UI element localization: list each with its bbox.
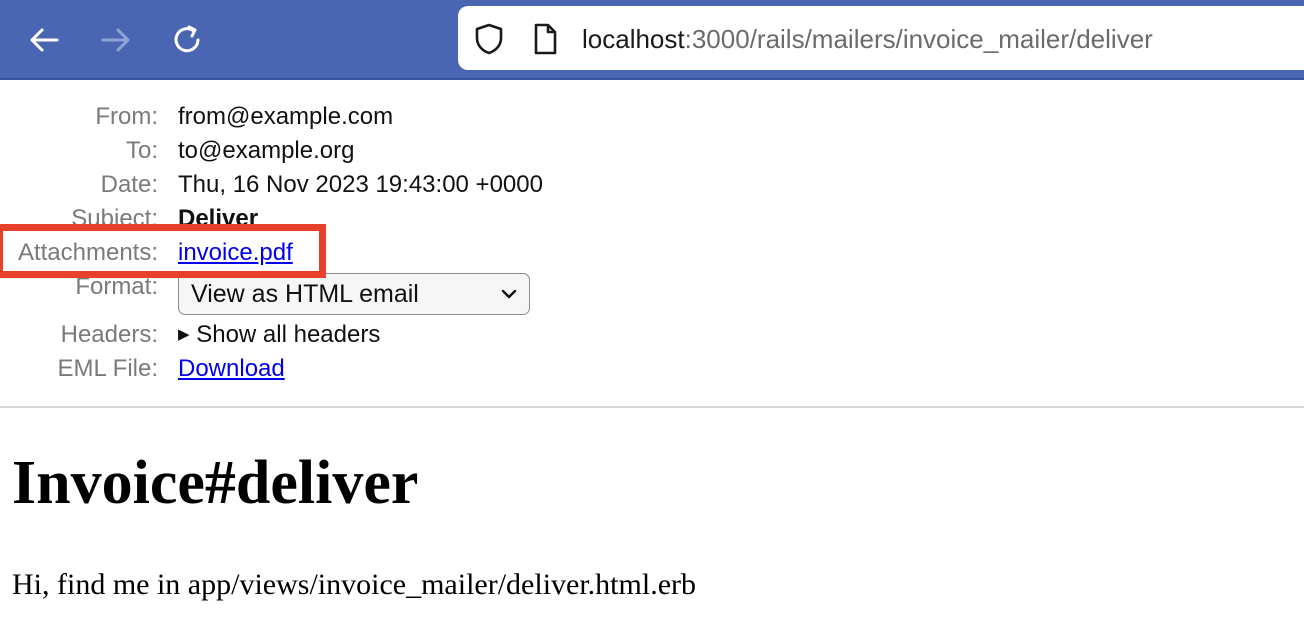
- divider: [0, 406, 1304, 408]
- attachments-label: Attachments:: [17, 239, 158, 266]
- headers-row: Headers: ▶ Show all headers: [0, 318, 1304, 352]
- show-headers-label: Show all headers: [196, 321, 381, 348]
- headers-label: Headers:: [60, 321, 158, 348]
- download-eml-link[interactable]: Download: [178, 352, 285, 386]
- back-arrow-icon: [30, 28, 59, 52]
- reload-icon: [174, 25, 200, 53]
- reload-button[interactable]: [166, 18, 210, 62]
- eml-label: EML File:: [57, 355, 158, 382]
- disclosure-triangle-icon: ▶: [178, 326, 190, 343]
- browser-toolbar: localhost:3000/rails/mailers/invoice_mai…: [0, 0, 1304, 80]
- to-label: To:: [125, 137, 158, 164]
- to-value: to@example.org: [178, 137, 355, 164]
- mail-body-text: Hi, find me in app/views/invoice_mailer/…: [12, 568, 696, 601]
- show-headers-toggle[interactable]: ▶ Show all headers: [178, 318, 380, 355]
- format-selected-value: View as HTML email: [191, 280, 419, 308]
- from-value: from@example.com: [178, 103, 394, 130]
- attachments-row: Attachments: invoice.pdf: [0, 236, 1304, 270]
- attachment-link[interactable]: invoice.pdf: [178, 236, 293, 270]
- from-label: From:: [95, 103, 158, 130]
- date-row: Date: Thu, 16 Nov 2023 19:43:00 +0000: [0, 168, 1304, 202]
- back-button[interactable]: [22, 18, 66, 62]
- format-label: Format:: [75, 273, 158, 300]
- subject-row: Subject: Deliver: [0, 202, 1304, 236]
- subject-label: Subject:: [71, 205, 158, 232]
- url-path: :3000/rails/mailers/invoice_mailer/deliv…: [684, 24, 1153, 54]
- url-bar[interactable]: localhost:3000/rails/mailers/invoice_mai…: [458, 6, 1304, 70]
- to-row: To: to@example.org: [0, 134, 1304, 168]
- shield-icon[interactable]: [472, 22, 506, 56]
- url-host: localhost: [582, 24, 685, 54]
- mail-title: Invoice#deliver: [12, 449, 419, 517]
- url-text[interactable]: localhost:3000/rails/mailers/invoice_mai…: [582, 6, 1153, 72]
- eml-row: EML File: Download: [0, 352, 1304, 386]
- from-row: From: from@example.com: [0, 100, 1304, 134]
- forward-arrow-icon: [101, 28, 130, 52]
- subject-value: Deliver: [178, 205, 259, 232]
- date-value: Thu, 16 Nov 2023 19:43:00 +0000: [178, 171, 543, 198]
- date-label: Date:: [100, 171, 158, 198]
- forward-button[interactable]: [94, 18, 138, 62]
- page-icon: [534, 23, 557, 55]
- format-select[interactable]: View as HTML email: [178, 273, 530, 315]
- chevron-down-icon: [501, 289, 517, 299]
